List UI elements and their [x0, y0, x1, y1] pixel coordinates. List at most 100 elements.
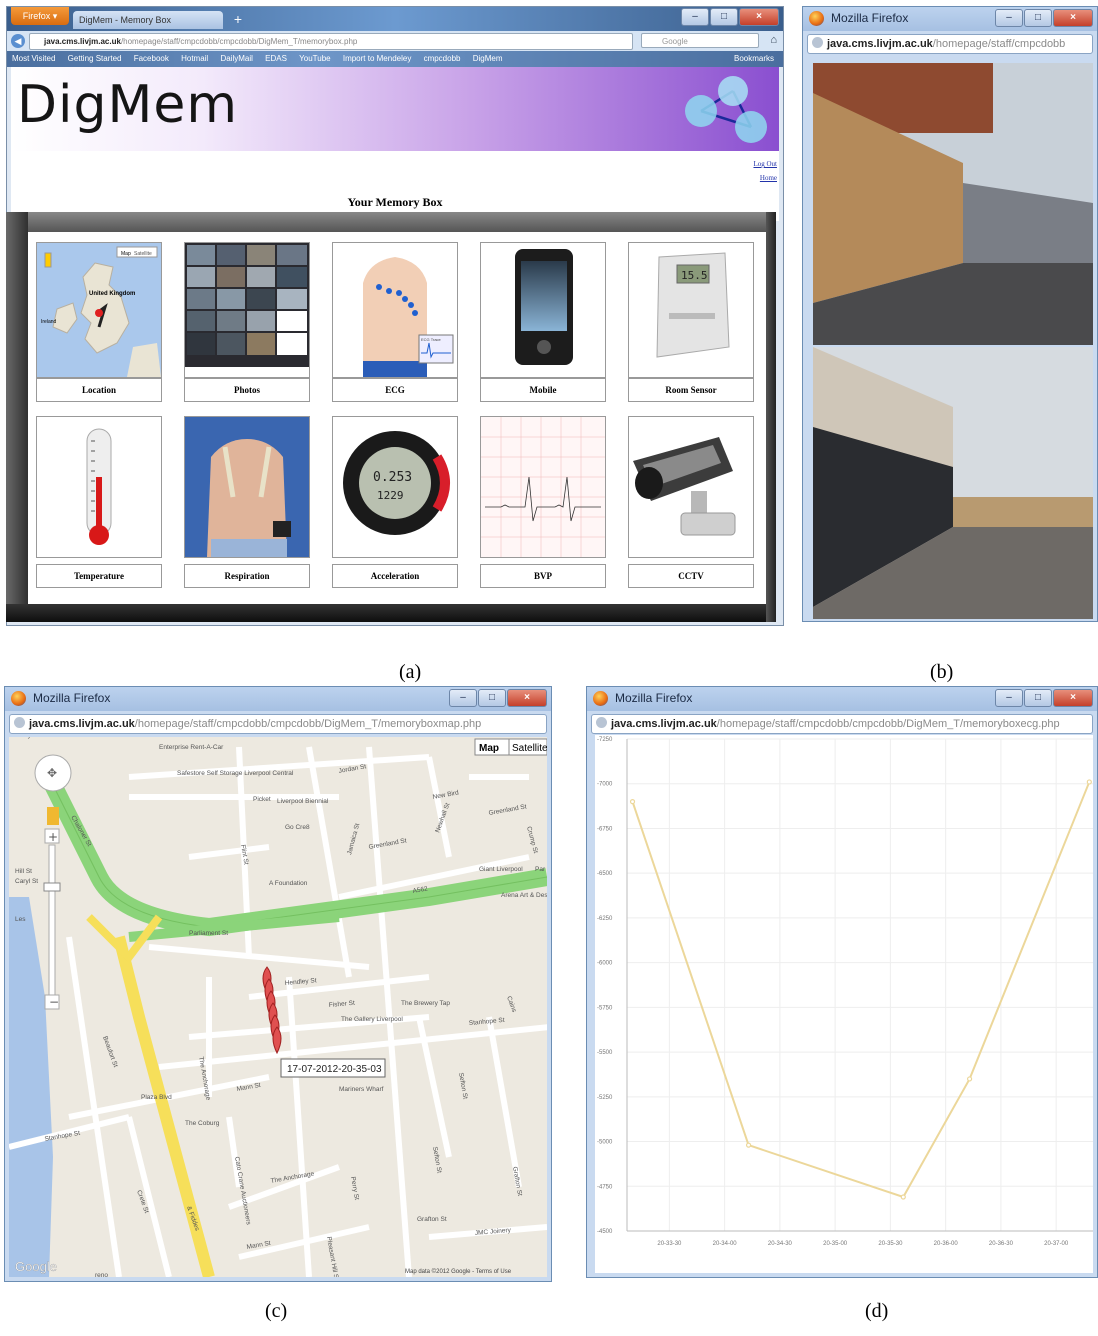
ecg-data-point[interactable]: [900, 1194, 906, 1200]
zoom-slider[interactable]: [48, 844, 56, 996]
search-input[interactable]: Google: [641, 33, 759, 48]
ecg-data-point[interactable]: [629, 799, 636, 805]
maximize-button[interactable]: □: [478, 689, 506, 707]
bookmark-item[interactable]: Hotmail: [181, 54, 208, 63]
globe-icon: [812, 37, 823, 48]
bookmark-item[interactable]: YouTube: [299, 54, 330, 63]
tile-acceleration[interactable]: 0.253 1229: [332, 416, 458, 558]
firefox-menu-button[interactable]: Firefox ▾: [11, 7, 69, 25]
back-icon[interactable]: ◀: [11, 34, 25, 48]
street-label: The Coburg: [185, 1120, 220, 1127]
ecg-data-point[interactable]: [745, 1142, 752, 1148]
minimize-button[interactable]: –: [449, 689, 477, 707]
street-label: The Brewery Tap: [401, 1000, 450, 1007]
map-attribution[interactable]: Map data ©2012 Google - Terms of Use: [405, 1268, 512, 1275]
globe-icon: [596, 717, 607, 728]
bookmarks-menu[interactable]: Bookmarks: [734, 51, 774, 67]
street-map[interactable]: 17-07-2012-20-35-03 Enterprise Rent-A-Ca…: [9, 737, 547, 1277]
address-bar[interactable]: java.cms.livjm.ac.uk/homepage/staff/cmpc…: [591, 714, 1093, 734]
watch-display-main: 0.253: [373, 470, 412, 485]
close-button[interactable]: ×: [1053, 9, 1093, 27]
minimize-button[interactable]: –: [995, 9, 1023, 27]
bookmark-item[interactable]: Most Visited: [12, 54, 55, 63]
bookmark-item[interactable]: cmpcdobb: [424, 54, 461, 63]
home-icon[interactable]: ⌂: [770, 34, 777, 46]
tile-label[interactable]: Location: [36, 378, 162, 402]
tile-label[interactable]: Temperature: [36, 564, 162, 588]
tile-label[interactable]: Room Sensor: [628, 378, 754, 402]
tile-label[interactable]: ECG: [332, 378, 458, 402]
ecg-data-point[interactable]: [1086, 779, 1092, 785]
pan-arrows-icon: ✥: [47, 766, 57, 780]
bookmarks-bar: Most Visited Getting Started Facebook Ho…: [7, 51, 783, 67]
tile-ecg[interactable]: ECG Trace: [332, 242, 458, 378]
address-bar[interactable]: java.cms.livjm.ac.uk/homepage/staff/cmpc…: [9, 714, 547, 734]
x-tick-label: 20-34-30: [768, 1241, 793, 1247]
tile-label[interactable]: BVP: [480, 564, 606, 588]
tile-cctv[interactable]: [628, 416, 754, 558]
box-top-bevel: [6, 212, 776, 232]
title-bar: Mozilla Firefox – □ ×: [803, 7, 1097, 31]
url-path: /homepage/staff/cmpcdobb/cmpcdobb/DigMem…: [134, 718, 482, 730]
pegman-icon[interactable]: [47, 807, 59, 825]
tile-bvp[interactable]: [480, 416, 606, 558]
page-body: Log Out Home Your Memory Box: [11, 151, 779, 221]
street-label: Go Cre8: [285, 824, 310, 831]
address-bar[interactable]: java.cms.livjm.ac.uk/homepage/staff/cmpc…: [807, 34, 1093, 54]
home-link[interactable]: Home: [753, 171, 777, 185]
minimize-button[interactable]: –: [995, 689, 1023, 707]
close-button[interactable]: ×: [1053, 689, 1093, 707]
maximize-button[interactable]: □: [710, 8, 738, 26]
ecg-line-chart[interactable]: -7250 -7000 -6750 -6500 -6250 -6000 -5750 -5500…: [595, 735, 1093, 1271]
url-host: java.cms.livjm.ac.uk: [29, 718, 135, 730]
log-out-link[interactable]: Log Out: [753, 157, 777, 171]
street-label: Par: [535, 866, 546, 873]
cctv-photo-1: [813, 63, 1093, 345]
bookmark-item[interactable]: DailyMail: [220, 54, 252, 63]
bookmark-item[interactable]: Facebook: [134, 54, 169, 63]
x-tick-label: 20-36-30: [989, 1241, 1014, 1247]
panel-d-window: Mozilla Firefox – □ × java.cms.livjm.ac.…: [586, 686, 1098, 1278]
zoom-slider-handle[interactable]: [43, 882, 61, 892]
tile-label[interactable]: Acceleration: [332, 564, 458, 588]
tile-location[interactable]: Map Satellite United Kingdom Ireland: [36, 242, 162, 378]
tile-label[interactable]: Respiration: [184, 564, 310, 588]
ecg-data-point[interactable]: [966, 1076, 973, 1082]
street-label: Picket: [253, 796, 271, 803]
maximize-button[interactable]: □: [1024, 689, 1052, 707]
tab-digmem[interactable]: DigMem - Memory Box: [73, 11, 223, 29]
tile-label[interactable]: Photos: [184, 378, 310, 402]
country-label: United Kingdom: [89, 291, 135, 297]
caption-b: (b): [930, 661, 954, 683]
maximize-button[interactable]: □: [1024, 9, 1052, 27]
url-host: java.cms.livjm.ac.uk: [827, 38, 933, 50]
street-label: Giant Liverpool: [479, 866, 523, 873]
bookmark-item[interactable]: Getting Started: [68, 54, 122, 63]
new-tab-button[interactable]: +: [229, 11, 247, 27]
site-logo: DigMem: [17, 75, 239, 135]
close-button[interactable]: ×: [739, 8, 779, 26]
street-label: reno: [95, 1272, 108, 1277]
bookmark-item[interactable]: EDAS: [265, 54, 287, 63]
window-controls: – □ ×: [681, 8, 779, 26]
close-button[interactable]: ×: [507, 689, 547, 707]
tile-room-sensor[interactable]: 15.5: [628, 242, 754, 378]
url-host: java.cms.livjm.ac.uk: [44, 37, 121, 46]
respiration-icon: [185, 417, 309, 557]
title-bar: Mozilla Firefox – □ ×: [5, 687, 551, 711]
tile-label[interactable]: Mobile: [480, 378, 606, 402]
tile-respiration[interactable]: [184, 416, 310, 558]
street-label: Caryl St: [15, 878, 38, 885]
title-bar: Mozilla Firefox – □ ×: [587, 687, 1097, 711]
tile-temperature[interactable]: [36, 416, 162, 558]
bookmark-item[interactable]: Import to Mendeley: [343, 54, 411, 63]
street-label: Liverpool Biennial: [277, 798, 329, 805]
top-links: Log Out Home: [753, 157, 777, 185]
bookmark-item[interactable]: DigMem: [473, 54, 503, 63]
tile-mobile[interactable]: [480, 242, 606, 378]
minimize-button[interactable]: –: [681, 8, 709, 26]
window-controls: – □ ×: [995, 689, 1093, 707]
tile-photos[interactable]: [184, 242, 310, 378]
address-bar[interactable]: java.cms.livjm.ac.uk/homepage/staff/cmpc…: [29, 33, 633, 50]
tile-label[interactable]: CCTV: [628, 564, 754, 588]
